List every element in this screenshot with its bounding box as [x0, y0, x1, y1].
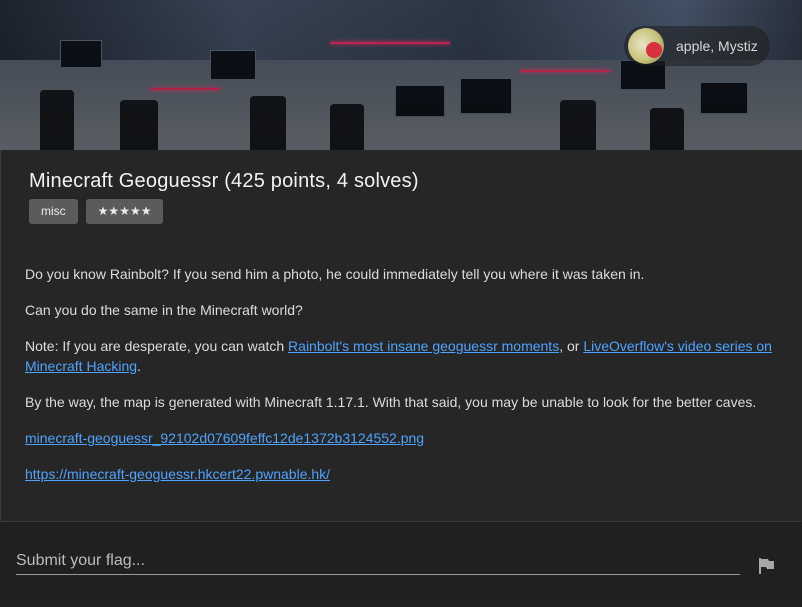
author-avatar	[628, 28, 664, 64]
challenge-url-link[interactable]: https://minecraft-geoguessr.hkcert22.pwn…	[25, 466, 330, 482]
description-paragraph: Do you know Rainbolt? If you send him a …	[25, 266, 645, 282]
flag-icon[interactable]	[756, 556, 776, 576]
rainbolt-video-link[interactable]: Rainbolt's most insane geoguessr moments	[288, 338, 559, 354]
attachment-link[interactable]: minecraft-geoguessr_92102d07609feffc12de…	[25, 430, 424, 446]
authors-pill: apple, Mystiz	[624, 26, 770, 66]
category-tag[interactable]: misc	[29, 199, 78, 224]
flag-submission-bar	[0, 521, 801, 607]
description-paragraph: Note: If you are desperate, you can watc…	[25, 338, 772, 374]
authors-text: apple, Mystiz	[676, 38, 758, 54]
challenge-card: Minecraft Geoguessr (425 points, 4 solve…	[0, 150, 802, 521]
description-paragraph: By the way, the map is generated with Mi…	[25, 394, 757, 410]
tag-list: misc ★★★★★	[29, 199, 164, 224]
challenge-title: Minecraft Geoguessr (425 points, 4 solve…	[29, 170, 419, 192]
difficulty-tag[interactable]: ★★★★★	[85, 199, 164, 224]
description-paragraph: Can you do the same in the Minecraft wor…	[25, 302, 303, 318]
challenge-banner-image	[0, 0, 802, 150]
challenge-description: Do you know Rainbolt? If you send him a …	[25, 264, 785, 500]
flag-input[interactable]	[16, 548, 740, 575]
